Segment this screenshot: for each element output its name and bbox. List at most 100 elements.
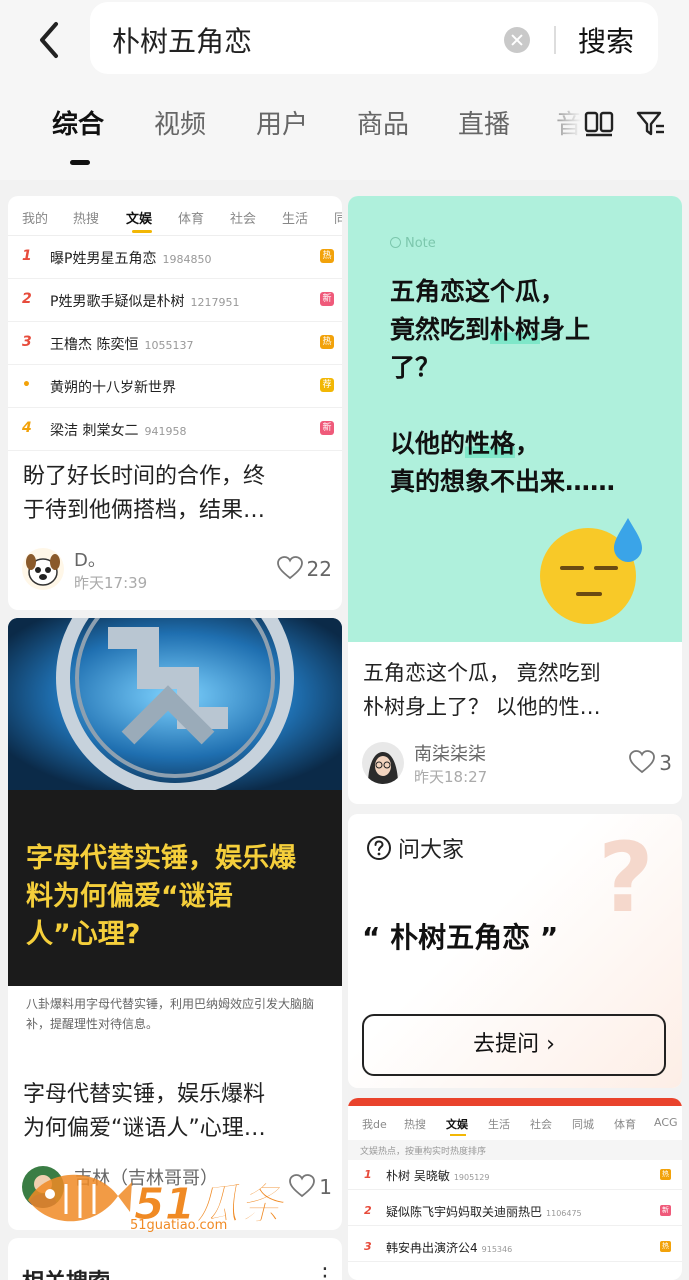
hotlist-rank: • [22, 377, 31, 393]
hotlist-row: 1 曝P姓男星五角恋 1984850 热 [8, 236, 342, 279]
post-card-article[interactable]: 字母代替实锤，娱乐爆 料为何偏爱“谜语 人”心理? 八卦爆料用字母代替实锤，利用… [8, 618, 342, 1230]
hotlist-row: 1 朴树 吴晓敏 1905129 热 [348, 1160, 682, 1190]
post-card-note[interactable]: Note 五角恋这个瓜， 竟然吃到朴树身上 了？ 以他的性格， 真的想象不出来…… [348, 196, 682, 804]
hotlist-hint: 文娱热点，按重构实时热度排序 [348, 1140, 682, 1160]
hotlist-count: 1055137 [144, 339, 194, 352]
hotlist-header-strip [348, 1098, 682, 1106]
note-line: 了？ [390, 353, 441, 382]
post-title: 盼了好长时间的合作，终 于待到他俩搭档，结果… [23, 460, 265, 528]
tab-live[interactable]: 直播 [458, 104, 510, 141]
back-arrow-icon[interactable] [30, 18, 70, 62]
note-line: 五角恋这个瓜， [390, 277, 566, 306]
dual-column-icon[interactable] [584, 110, 614, 138]
hotlist-text: 朴树 吴晓敏 1905129 [386, 1167, 489, 1184]
tab-comprehensive[interactable]: 综合 [52, 104, 104, 141]
hotlist-tab: 我的 [22, 212, 49, 227]
post-title-line: 盼了好长时间的合作，终 [23, 464, 266, 489]
hotlist-tabs: 我的 热搜 文娱 体育 社会 生活 同 [8, 196, 342, 236]
filter-icon[interactable] [636, 110, 666, 138]
question-mark-decoration: ? [598, 822, 654, 934]
top-bar: 朴树五角恋 搜索 综合 视频 用户 商品 直播 音 [0, 0, 689, 180]
hotlist-rank: 3 [22, 334, 32, 350]
hotlist-row: 3 王橹杰 陈奕恒 1055137 热 [8, 322, 342, 365]
ask-card[interactable]: ? 问大家 “ 朴树五角恋 ” 去提问 › [348, 814, 682, 1088]
more-options-icon[interactable]: ⋮ [314, 1264, 336, 1280]
clear-icon[interactable] [504, 27, 530, 53]
hotlist-text: 韩安冉出演济公4 915346 [386, 1239, 512, 1256]
tab-video[interactable]: 视频 [154, 104, 206, 141]
search-input[interactable]: 朴树五角恋 [112, 20, 252, 60]
tab-products[interactable]: 商品 [357, 104, 409, 141]
ask-quote: “ 朴树五角恋 ” [362, 921, 559, 954]
hotlist-tab: 生活 [282, 212, 309, 227]
hotlist-tab: 社会 [230, 212, 257, 227]
post-title-line: 朴树身上了？ 以他的性… [363, 695, 601, 719]
hotlist-count: 1905129 [453, 1173, 490, 1182]
hotlist-tab: 文娱 [126, 212, 153, 227]
post-time: 昨天18:27 [414, 768, 488, 786]
avatar[interactable] [362, 742, 404, 784]
hotlist-badge: 热 [320, 249, 334, 263]
search-bar[interactable]: 朴树五角恋 搜索 [90, 2, 658, 74]
ask-header-text: 问大家 [398, 838, 465, 863]
cover-image [8, 618, 342, 790]
like-count: 3 [659, 751, 672, 775]
fish-logo-icon [28, 1174, 132, 1222]
hotlist-tab: 热搜 [404, 1118, 426, 1131]
hotlist-badge: 新 [660, 1205, 671, 1216]
hotlist-topic: 王橹杰 陈奕恒 [50, 337, 139, 353]
related-search-card[interactable]: 相关搜索 ⋮ [8, 1238, 342, 1280]
like-count: 22 [306, 557, 332, 581]
hotlist-tab: 生活 [488, 1118, 510, 1131]
post-card-hotlist-2[interactable]: 我de 热搜 文娱 生活 社会 同城 体育 ACG 文娱热点，按重构实时热度排序… [348, 1098, 682, 1280]
like-button[interactable]: 3 [629, 750, 672, 775]
hotlist-tab: 体育 [614, 1118, 636, 1131]
hotlist-tab: ACG [654, 1116, 678, 1129]
related-search-title: 相关搜索 [22, 1264, 110, 1280]
hotlist-badge: 新 [320, 421, 334, 435]
watermark-logo: 51瓜条 51guatiao.com [22, 1160, 284, 1238]
note-label-text: Note [405, 236, 436, 251]
article-summary: 八卦爆料用字母代替实锤，利用巴纳姆效应引发大脑脑补，提醒理性对待信息。 [26, 997, 315, 1031]
question-circle-icon [367, 836, 391, 860]
like-button[interactable]: 22 [276, 556, 332, 581]
hotlist-tab: 文娱 [446, 1118, 468, 1131]
post-title: 五角恋这个瓜， 竟然吃到 朴树身上了？ 以他的性… [363, 656, 601, 724]
author-name[interactable]: 南柒柒柒 [414, 740, 486, 766]
hotlist-topic: 黄朔的十八岁新世界 [50, 380, 176, 396]
tab-users[interactable]: 用户 [256, 104, 308, 141]
category-tabs: 综合 视频 用户 商品 直播 音 [0, 104, 689, 165]
author-name[interactable]: D。 [74, 546, 106, 572]
hotlist-topic: 韩安冉出演济公4 [386, 1241, 478, 1255]
hotlist-row: 3 韩安冉出演济公4 915346 热 [348, 1232, 682, 1262]
ask-question-button[interactable]: 去提问 › [362, 1014, 666, 1076]
hotlist-text: 曝P姓男星五角恋 1984850 [50, 248, 211, 268]
sweat-emoji-icon [540, 518, 642, 624]
hotlist-count: 915346 [481, 1245, 513, 1254]
hotlist-text: P姓男歌手疑似是朴树 1217951 [50, 291, 239, 311]
note-line: 竟然吃到朴树身上 [390, 315, 591, 344]
hotlist-text: 梁洁 刺棠女二 941958 [50, 420, 186, 440]
heart-icon [276, 556, 303, 580]
hotlist-tab: 体育 [178, 212, 205, 227]
post-card-hotlist[interactable]: 我的 热搜 文娱 体育 社会 生活 同 1 曝P姓男星五角恋 1984850 热 2 P姓… [8, 196, 342, 610]
hotlist-rank: 1 [364, 1168, 372, 1181]
search-button[interactable]: 搜索 [578, 20, 634, 60]
hotlist-badge: 荐 [320, 378, 334, 392]
post-title-line: 为何偏爱“谜语人”心理… [23, 1116, 266, 1141]
hotlist-tab-indicator [132, 230, 152, 233]
post-title-line: 字母代替实锤，娱乐爆料 [23, 1082, 266, 1107]
like-button[interactable]: 1 [289, 1174, 332, 1199]
hotlist-topic: 朴树 吴晓敏 [386, 1169, 450, 1183]
hotlist-row: 4 梁洁 刺棠女二 941958 新 [8, 408, 342, 451]
tab-fade [548, 104, 582, 144]
avatar[interactable] [22, 548, 64, 590]
hotlist-rank: 1 [22, 248, 32, 264]
hotlist-rank: 2 [22, 291, 32, 307]
hotlist-row: 2 P姓男歌手疑似是朴树 1217951 新 [8, 279, 342, 322]
heart-icon [289, 1174, 316, 1198]
note-circle-icon [390, 237, 401, 248]
heart-icon [629, 750, 656, 774]
like-count: 1 [319, 1175, 332, 1199]
hotlist-badge: 热 [660, 1169, 671, 1180]
